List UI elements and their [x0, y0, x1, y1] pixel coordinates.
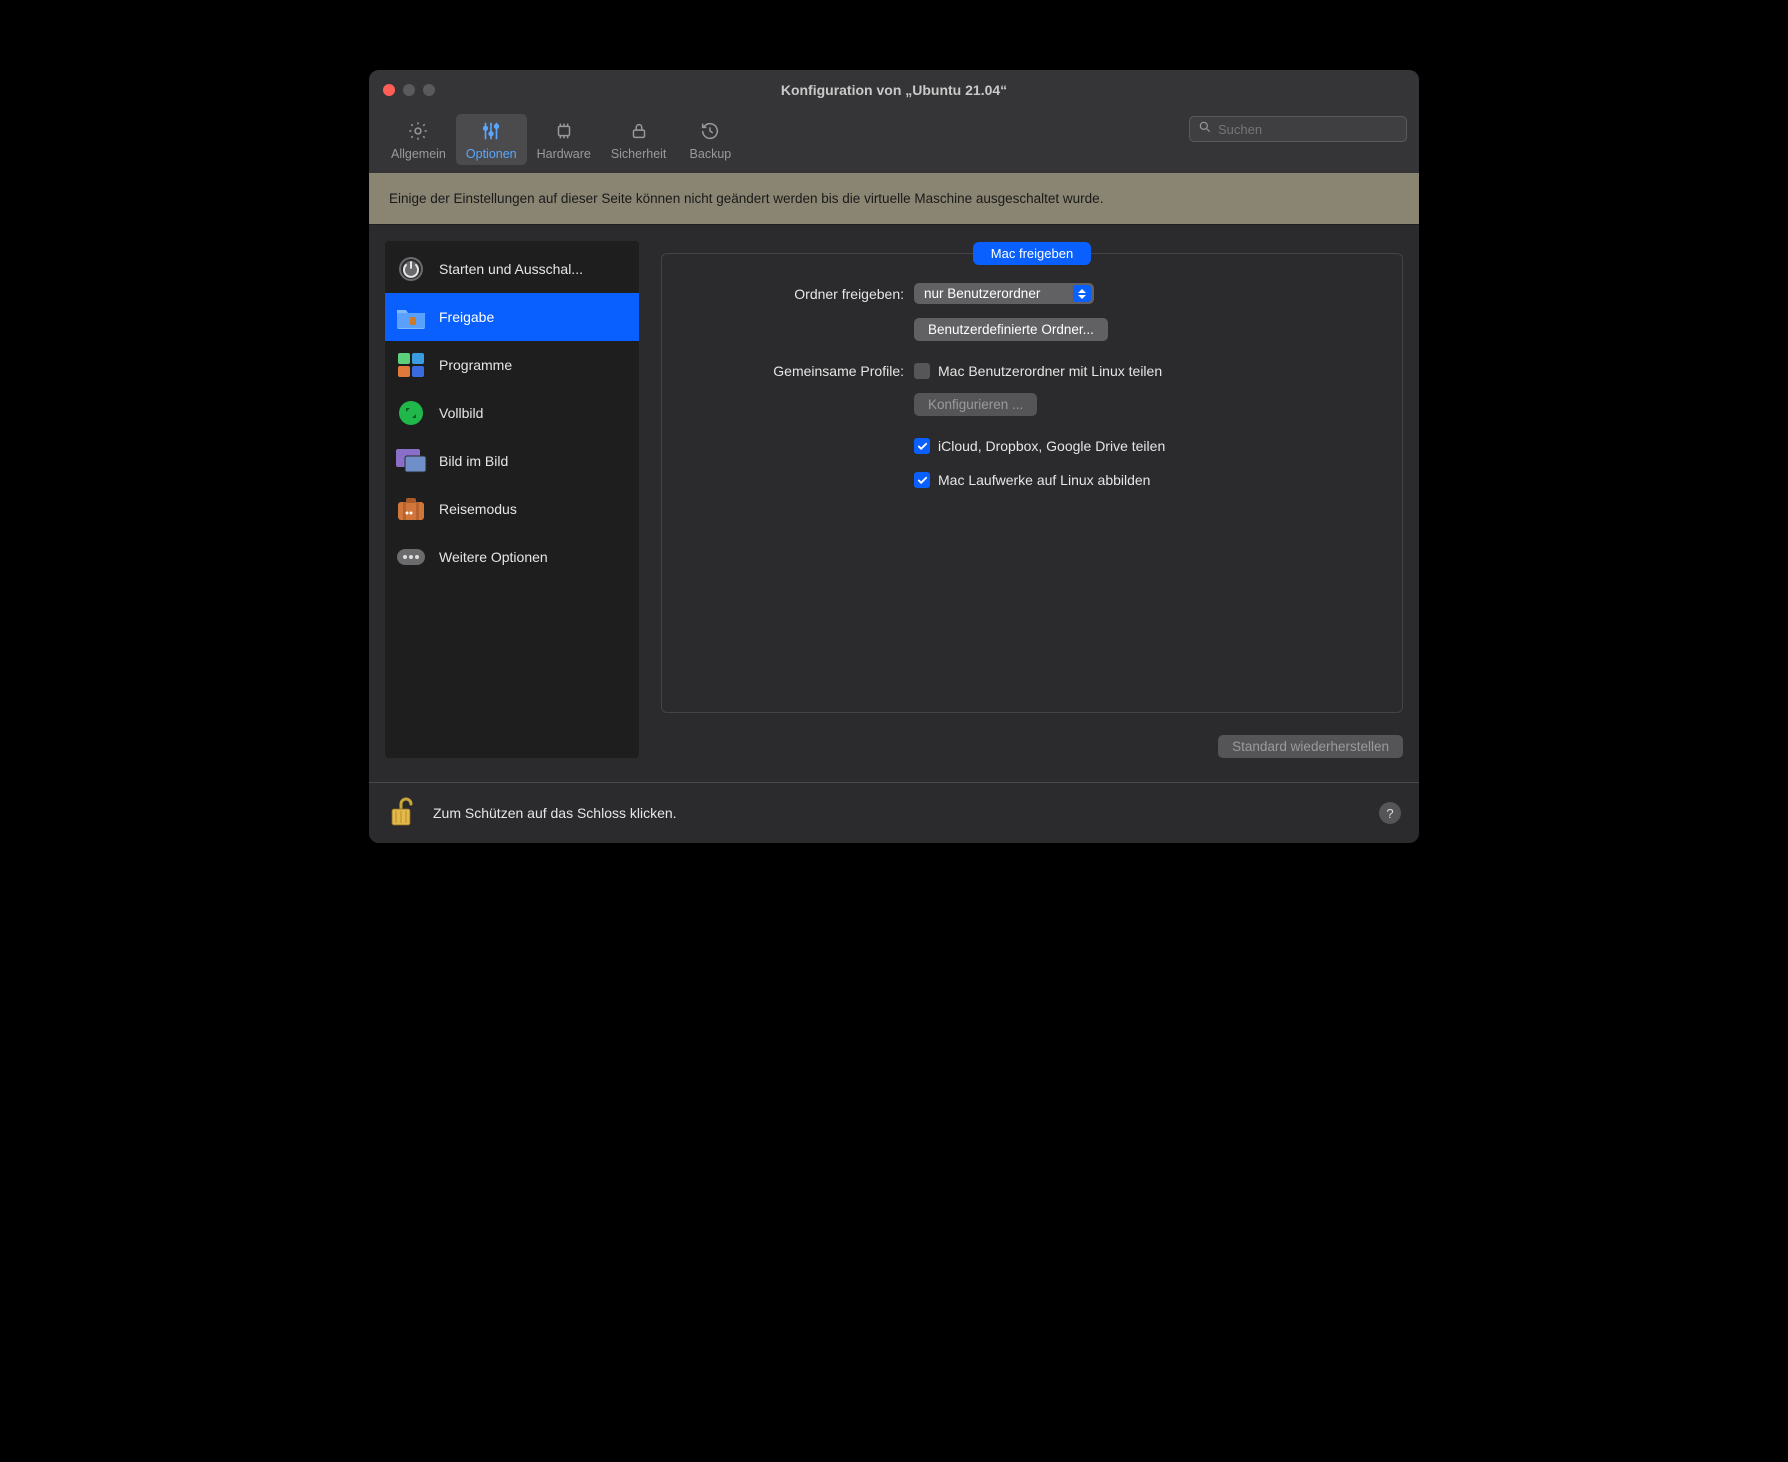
toolbar-tab-security[interactable]: Sicherheit [601, 114, 677, 165]
sliders-icon [480, 118, 502, 144]
power-icon [395, 253, 427, 285]
share-mac-home-checkbox[interactable] [914, 363, 930, 379]
window-title: Konfiguration von „Ubuntu 21.04“ [369, 82, 1419, 98]
suitcase-icon [395, 493, 427, 525]
warning-banner: Einige der Einstellungen auf dieser Seit… [369, 173, 1419, 225]
titlebar: Konfiguration von „Ubuntu 21.04“ [369, 70, 1419, 110]
shared-profiles-label: Gemeinsame Profile: [684, 363, 914, 379]
sidebar-item-startup[interactable]: Starten und Ausschal... [385, 245, 639, 293]
section-tab-share-mac[interactable]: Mac freigeben [684, 242, 1380, 265]
sidebar: Starten und Ausschal... Freigabe Program… [385, 241, 639, 758]
map-drives-checkbox[interactable] [914, 472, 930, 488]
search-icon [1198, 120, 1212, 139]
content-area: Mac freigeben Ordner freigeben: nur Benu… [661, 241, 1403, 758]
sidebar-item-applications[interactable]: Programme [385, 341, 639, 389]
toolbar-tab-backup[interactable]: Backup [676, 114, 744, 165]
map-drives-label: Mac Laufwerke auf Linux abbilden [938, 472, 1150, 488]
select-arrows-icon [1073, 285, 1091, 302]
toolbar-tab-general[interactable]: Allgemein [381, 114, 456, 165]
restore-defaults-button[interactable]: Standard wiederherstellen [1218, 735, 1403, 758]
backup-clock-icon [699, 118, 721, 144]
settings-panel: Mac freigeben Ordner freigeben: nur Benu… [661, 253, 1403, 713]
toolbar: Allgemein Optionen Hardware Sicherheit B… [369, 110, 1419, 173]
sidebar-item-sharing[interactable]: Freigabe [385, 293, 639, 341]
unlocked-padlock-icon[interactable] [387, 797, 419, 829]
custom-folders-button[interactable]: Benutzerdefinierte Ordner... [914, 318, 1108, 341]
search-input[interactable] [1218, 122, 1398, 137]
share-mac-home-label: Mac Benutzerordner mit Linux teilen [938, 363, 1162, 379]
lock-text: Zum Schützen auf das Schloss klicken. [433, 805, 677, 821]
search-field[interactable] [1189, 116, 1407, 142]
apps-grid-icon [395, 349, 427, 381]
share-folders-label: Ordner freigeben: [684, 286, 914, 302]
toolbar-tab-options[interactable]: Optionen [456, 114, 527, 165]
fullscreen-icon [395, 397, 427, 429]
lock-bar: Zum Schützen auf das Schloss klicken. ? [369, 782, 1419, 843]
help-button[interactable]: ? [1379, 802, 1401, 824]
configure-button: Konfigurieren ... [914, 393, 1037, 416]
folder-share-icon [395, 301, 427, 333]
pip-icon [395, 445, 427, 477]
sidebar-item-pip[interactable]: Bild im Bild [385, 437, 639, 485]
sidebar-item-travel[interactable]: Reisemodus [385, 485, 639, 533]
share-folders-select[interactable]: nur Benutzerordner [914, 283, 1094, 304]
settings-window: Konfiguration von „Ubuntu 21.04“ Allgeme… [369, 70, 1419, 843]
cpu-icon [553, 118, 575, 144]
toolbar-tab-hardware[interactable]: Hardware [527, 114, 601, 165]
share-cloud-checkbox[interactable] [914, 438, 930, 454]
lock-icon [628, 118, 650, 144]
share-cloud-label: iCloud, Dropbox, Google Drive teilen [938, 438, 1165, 454]
sidebar-item-more[interactable]: Weitere Optionen [385, 533, 639, 581]
gear-icon [407, 118, 429, 144]
sidebar-item-fullscreen[interactable]: Vollbild [385, 389, 639, 437]
more-icon [395, 541, 427, 573]
